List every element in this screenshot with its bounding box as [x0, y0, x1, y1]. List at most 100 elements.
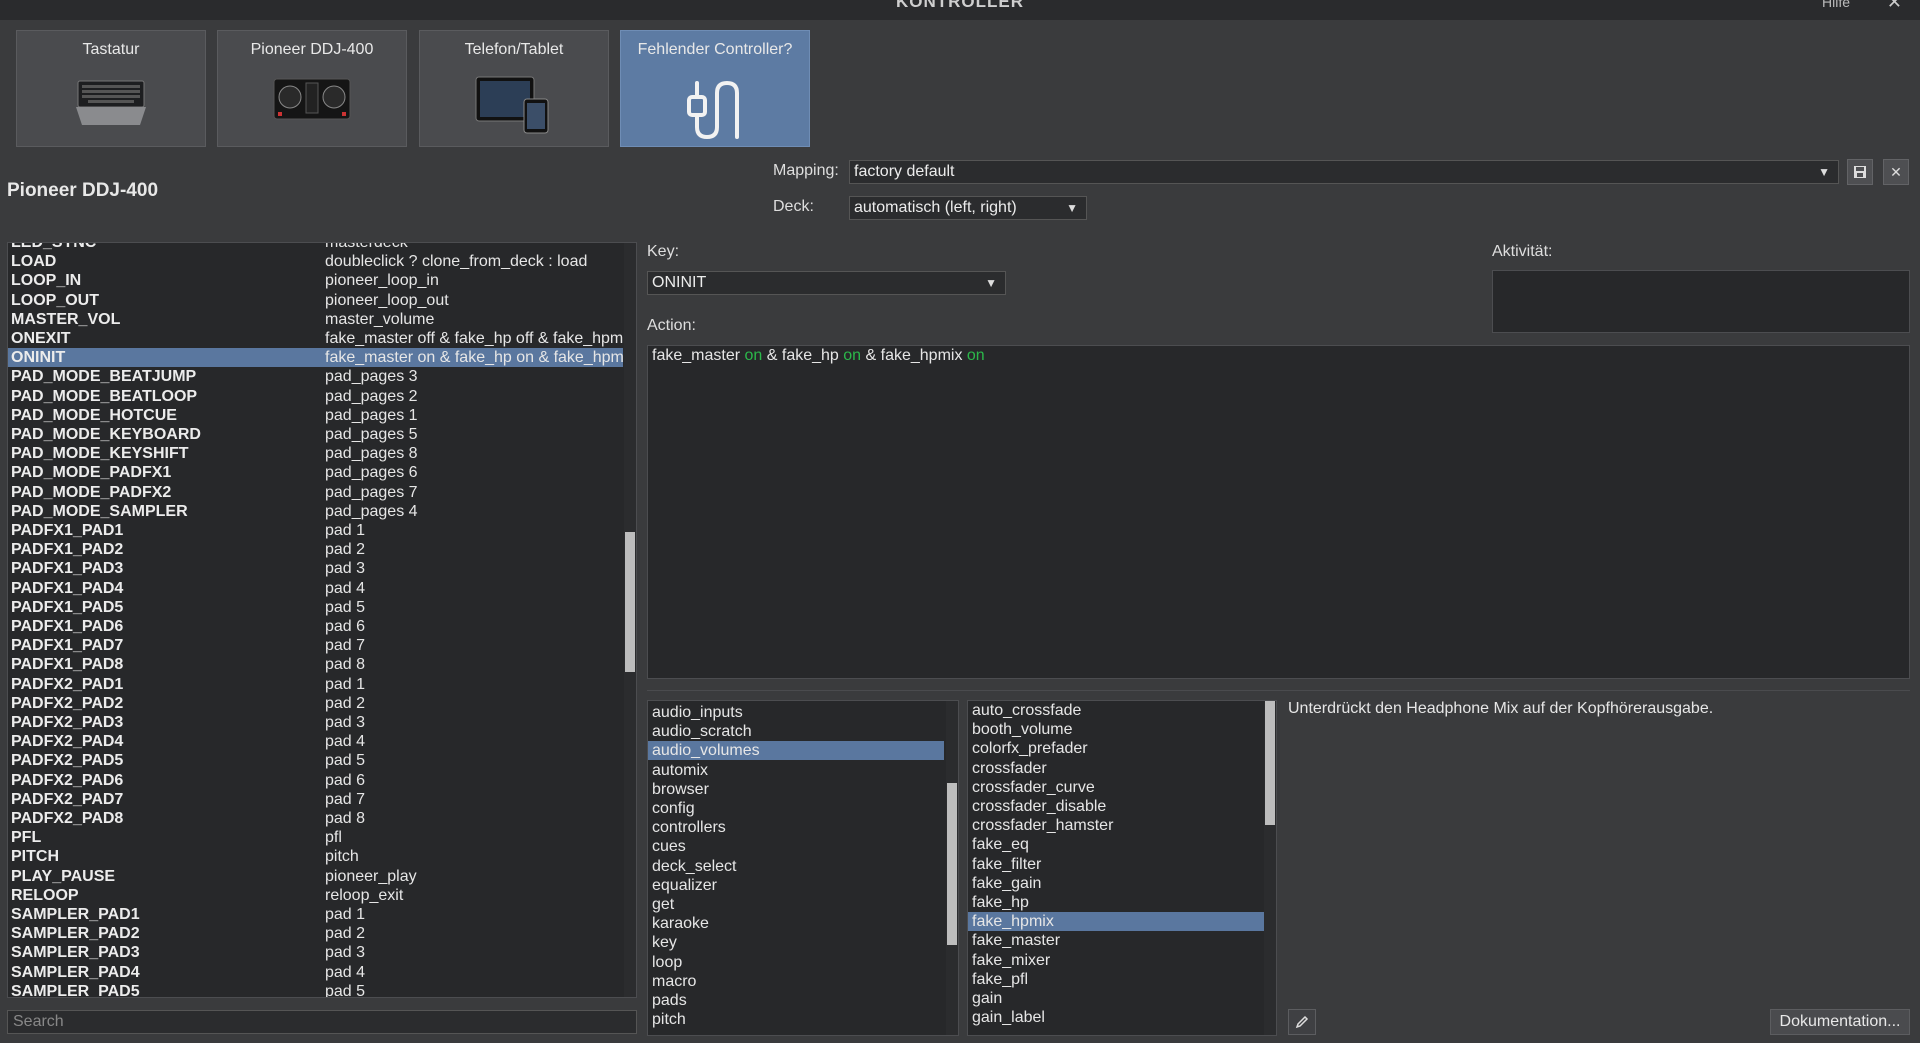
verb-item[interactable]: crossfader — [968, 759, 1264, 778]
tab-missing-controller[interactable]: Fehlender Controller? — [620, 30, 810, 147]
deck-select[interactable]: automatisch (left, right) ▼ — [849, 196, 1087, 220]
verb-item[interactable]: fake_hp — [968, 893, 1264, 912]
mapping-row[interactable]: PAD_MODE_BEATLOOP pad_pages 2 — [8, 387, 623, 406]
category-item[interactable]: pads — [648, 991, 944, 1010]
mapping-row[interactable]: SAMPLER_PAD1 pad 1 — [8, 905, 623, 924]
verb-item[interactable]: fake_mixer — [968, 951, 1264, 970]
edit-button[interactable] — [1288, 1009, 1316, 1035]
mapping-row[interactable]: PADFX2_PAD2 pad 2 — [8, 694, 623, 713]
category-item[interactable]: key — [648, 933, 944, 952]
mapping-row[interactable]: PADFX1_PAD1 pad 1 — [8, 521, 623, 540]
verb-item[interactable]: fake_filter — [968, 855, 1264, 874]
mapping-row[interactable]: ONEXIT fake_master off & fake_hp off & fa… — [8, 329, 623, 348]
verb-list[interactable]: auto_crossfade booth_volume colorfx_prefad… — [967, 700, 1277, 1036]
category-item[interactable]: loop — [648, 953, 944, 972]
mapping-row[interactable]: PAD_MODE_HOTCUE pad_pages 1 — [8, 406, 623, 425]
tab-keyboard[interactable]: Tastatur — [16, 30, 206, 147]
category-item[interactable]: get — [648, 895, 944, 914]
mapping-row[interactable]: LED_SYNC masterdeck — [8, 243, 623, 252]
mapping-row[interactable]: PADFX2_PAD3 pad 3 — [8, 713, 623, 732]
verb-item[interactable]: fake_eq — [968, 835, 1264, 854]
category-item[interactable]: browser — [648, 780, 944, 799]
verb-item[interactable]: crossfader_disable — [968, 797, 1264, 816]
category-item[interactable]: controllers — [648, 818, 944, 837]
mapping-value: pad 7 — [325, 790, 366, 808]
delete-mapping-button[interactable]: ✕ — [1883, 159, 1909, 185]
mapping-row[interactable]: PADFX2_PAD6 pad 6 — [8, 771, 623, 790]
mapping-row[interactable]: SAMPLER_PAD3 pad 3 — [8, 943, 623, 962]
category-item[interactable]: audio_volumes — [648, 741, 944, 761]
mapping-row[interactable]: PAD_MODE_PADFX1 pad_pages 6 — [8, 463, 623, 482]
category-item[interactable]: automix — [648, 761, 944, 780]
mapping-row[interactable]: SAMPLER_PAD2 pad 2 — [8, 924, 623, 943]
mapping-row[interactable]: PLAY_PAUSE pioneer_play — [8, 867, 623, 886]
verb-item[interactable]: gain_label — [968, 1008, 1264, 1027]
mapping-row[interactable]: PAD_MODE_BEATJUMP pad_pages 3 — [8, 367, 623, 386]
mapping-row[interactable]: PAD_MODE_KEYSHIFT pad_pages 8 — [8, 444, 623, 463]
mapping-row[interactable]: PADFX2_PAD8 pad 8 — [8, 809, 623, 828]
mapping-value: pad_pages 7 — [325, 483, 418, 501]
mapping-row[interactable]: PADFX1_PAD3 pad 3 — [8, 559, 623, 578]
mapping-row[interactable]: PAD_MODE_PADFX2 pad_pages 7 — [8, 483, 623, 502]
verb-item[interactable]: colorfx_prefader — [968, 739, 1264, 758]
documentation-button[interactable]: Dokumentation... — [1770, 1009, 1910, 1035]
mapping-row[interactable]: PADFX1_PAD5 pad 5 — [8, 598, 623, 617]
search-input[interactable] — [7, 1010, 637, 1034]
help-link[interactable]: Hilfe — [1822, 0, 1850, 10]
category-list[interactable]: audio_inputs audio_scratch audio_volumes au… — [647, 700, 959, 1036]
mapping-row[interactable]: SAMPLER_PAD4 pad 4 — [8, 963, 623, 982]
mapping-row[interactable]: PADFX1_PAD4 pad 4 — [8, 579, 623, 598]
category-item[interactable]: audio_scratch — [648, 722, 944, 741]
mapping-row[interactable]: PADFX2_PAD4 pad 4 — [8, 732, 623, 751]
verb-item[interactable]: gain — [968, 989, 1264, 1008]
verb-item[interactable]: auto_crossfade — [968, 701, 1264, 720]
category-item[interactable]: equalizer — [648, 876, 944, 895]
mapping-row[interactable]: PAD_MODE_SAMPLER pad_pages 4 — [8, 502, 623, 521]
category-list-scrollbar-thumb[interactable] — [947, 783, 957, 945]
mapping-row[interactable]: PADFX1_PAD8 pad 8 — [8, 655, 623, 674]
save-mapping-button[interactable] — [1847, 159, 1873, 185]
category-item[interactable]: audio_inputs — [648, 703, 944, 722]
mapping-row[interactable]: PADFX1_PAD6 pad 6 — [8, 617, 623, 636]
mapping-row[interactable]: PADFX1_PAD7 pad 7 — [8, 636, 623, 655]
mapping-row[interactable]: RELOOP reloop_exit — [8, 886, 623, 905]
mapping-row[interactable]: LOOP_IN pioneer_loop_in — [8, 271, 623, 290]
category-item[interactable]: karaoke — [648, 914, 944, 933]
category-item[interactable]: deck_select — [648, 857, 944, 876]
verb-item[interactable]: fake_pfl — [968, 970, 1264, 989]
mapping-row[interactable]: PITCH pitch — [8, 847, 623, 866]
mapping-value: pad 8 — [325, 810, 366, 827]
mapping-row[interactable]: PADFX2_PAD7 pad 7 — [8, 790, 623, 809]
mapping-row[interactable]: LOAD doubleclick ? clone_from_deck : load — [8, 252, 623, 271]
category-item[interactable]: macro — [648, 972, 944, 991]
verb-list-scrollbar-thumb[interactable] — [1265, 701, 1275, 825]
mapping-list[interactable]: LED_SYNC masterdeck LOAD doubleclick ? clon… — [7, 242, 637, 998]
mapping-row[interactable]: MASTER_VOL master_volume — [8, 310, 623, 329]
mapping-row[interactable]: PADFX2_PAD5 pad 5 — [8, 751, 623, 770]
key-select[interactable]: ONINIT ▼ — [647, 271, 1006, 295]
mapping-select[interactable]: factory default ▼ — [849, 160, 1839, 184]
tab-pioneer-ddj-400[interactable]: Pioneer DDJ-400 — [217, 30, 407, 147]
mapping-list-scrollbar-thumb[interactable] — [625, 532, 635, 672]
mapping-row[interactable]: PADFX2_PAD1 pad 1 — [8, 675, 623, 694]
verb-item[interactable]: crossfader_hamster — [968, 816, 1264, 835]
verb-item[interactable]: fake_hpmix — [968, 912, 1264, 932]
tab-phone-tablet[interactable]: Telefon/Tablet — [419, 30, 609, 147]
verb-item[interactable]: crossfader_curve — [968, 778, 1264, 797]
verb-item[interactable]: booth_volume — [968, 720, 1264, 739]
category-item[interactable]: cues — [648, 837, 944, 856]
chevron-down-icon: ▼ — [1818, 165, 1830, 179]
mapping-row[interactable]: PAD_MODE_KEYBOARD pad_pages 5 — [8, 425, 623, 444]
tab-phone-tablet-label: Telefon/Tablet — [464, 41, 564, 58]
verb-item[interactable]: fake_gain — [968, 874, 1264, 893]
action-editor[interactable]: fake_master on & fake_hp on & fake_hpmix… — [647, 345, 1910, 679]
mapping-row[interactable]: PADFX1_PAD2 pad 2 — [8, 540, 623, 559]
mapping-row[interactable]: LOOP_OUT pioneer_loop_out — [8, 291, 623, 310]
mapping-row[interactable]: PFL pfl — [8, 828, 623, 847]
category-item[interactable]: config — [648, 799, 944, 818]
verb-item[interactable]: fake_master — [968, 931, 1264, 950]
category-item[interactable]: pitch — [648, 1010, 944, 1029]
mapping-row[interactable]: SAMPLER_PAD5 pad 5 — [8, 982, 623, 997]
mapping-row[interactable]: ONINIT fake_master on & fake_hp on & fake… — [8, 348, 623, 368]
window-close-icon[interactable]: ✕ — [1887, 0, 1902, 13]
